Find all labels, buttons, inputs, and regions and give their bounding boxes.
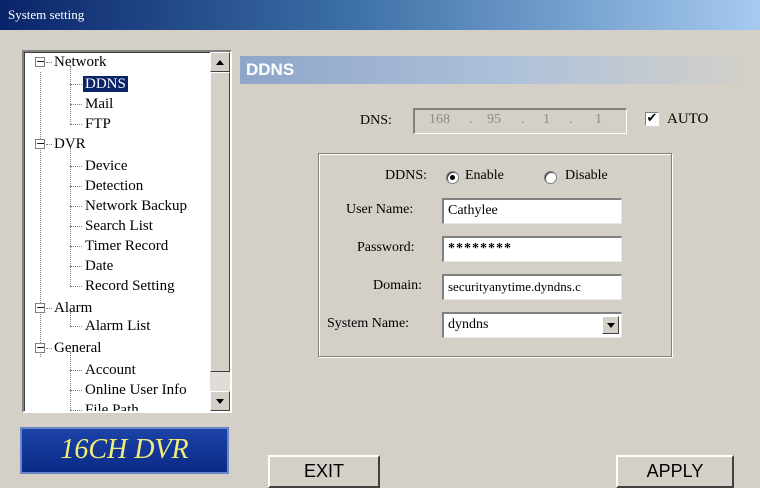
tree-network-line: [70, 66, 71, 124]
tree-scrollbar[interactable]: [210, 52, 230, 411]
tree-connector: [70, 246, 82, 247]
tree-connector: [46, 348, 52, 349]
apply-button[interactable]: APPLY: [616, 455, 734, 488]
tree-connector: [70, 286, 82, 287]
exit-button[interactable]: EXIT: [268, 455, 380, 488]
dvr-logo: 16CH DVR: [20, 427, 229, 474]
chevron-down-icon: [607, 323, 615, 328]
window-title: System setting: [0, 0, 760, 30]
tree-item-file-path[interactable]: File Path: [85, 400, 139, 411]
enable-radio[interactable]: [446, 171, 459, 184]
radio-selected-dot: [450, 175, 455, 180]
tree-item-detection[interactable]: Detection: [85, 176, 143, 196]
ip-dot: .: [521, 112, 525, 127]
tree-item-alarm[interactable]: Alarm: [54, 298, 92, 318]
system-name-value: dyndns: [448, 317, 489, 332]
dns-octet-1: 168: [429, 112, 450, 127]
dns-octet-2: 95: [487, 112, 501, 127]
tree-item-alarm-list[interactable]: Alarm List: [85, 316, 150, 336]
tree-connector: [70, 124, 82, 125]
tree-connector: [70, 410, 82, 411]
tree-item-ftp[interactable]: FTP: [85, 114, 111, 134]
tree-connector: [70, 166, 82, 167]
auto-checkbox[interactable]: ✔: [645, 112, 659, 126]
tree-item-network[interactable]: Network: [54, 52, 107, 72]
dropdown-button[interactable]: [602, 316, 619, 334]
ip-dot: .: [469, 112, 473, 127]
dns-octet-4: 1: [595, 112, 602, 127]
tree-item-network-backup[interactable]: Network Backup: [85, 196, 187, 216]
tree-item-search-list[interactable]: Search List: [85, 216, 153, 236]
tree-connector: [46, 62, 52, 63]
tree-item-device[interactable]: Device: [85, 156, 127, 176]
tree-connector: [70, 370, 82, 371]
password-label: Password:: [357, 240, 415, 255]
username-label: User Name:: [346, 202, 414, 217]
network-collapse-icon[interactable]: −: [35, 56, 45, 67]
section-title: DDNS: [240, 56, 756, 84]
scroll-up-button[interactable]: [210, 52, 230, 72]
scroll-thumb[interactable]: [210, 72, 230, 372]
alarm-collapse-icon[interactable]: −: [35, 302, 45, 313]
dns-label: DNS:: [360, 113, 392, 128]
arrow-up-icon: [216, 60, 224, 65]
check-mark-icon: ✔: [646, 111, 658, 126]
tree-item-general[interactable]: General: [54, 338, 101, 358]
auto-label: AUTO: [667, 111, 709, 127]
password-field[interactable]: ********: [442, 236, 622, 262]
general-collapse-icon[interactable]: −: [35, 342, 45, 353]
domain-label: Domain:: [373, 278, 422, 293]
tree-general-line: [70, 352, 71, 410]
tree-item-ddns-label: DDNS: [83, 76, 128, 92]
tree-connector: [70, 226, 82, 227]
tree-connector: [46, 144, 52, 145]
tree-connector: [70, 104, 82, 105]
dns-octet-3: 1: [543, 112, 550, 127]
disable-radio[interactable]: [544, 171, 557, 184]
tree-item-timer-record[interactable]: Timer Record: [85, 236, 168, 256]
tree-connector: [70, 206, 82, 207]
tree-item-mail[interactable]: Mail: [85, 94, 113, 114]
dns-ip-field[interactable]: 168 . 95 . 1 . 1: [413, 108, 627, 134]
tree-item-account[interactable]: Account: [85, 360, 136, 380]
tree-item-ddns[interactable]: DDNS: [83, 74, 128, 94]
settings-tree: − Network DDNS Mail FTP − DVR Device Det…: [24, 52, 210, 411]
settings-tree-panel: − Network DDNS Mail FTP − DVR Device Det…: [22, 50, 232, 413]
enable-label: Enable: [465, 168, 504, 183]
system-name-select[interactable]: dyndns: [442, 312, 622, 338]
tree-connector: [70, 186, 82, 187]
tree-item-date[interactable]: Date: [85, 256, 113, 276]
tree-root-line: [40, 72, 41, 357]
tree-connector: [46, 308, 52, 309]
tree-connector: [70, 326, 82, 327]
tree-connector: [70, 390, 82, 391]
system-setting-window: System setting − Network DDNS Mail FTP −…: [0, 0, 760, 488]
tree-connector: [70, 84, 82, 85]
system-name-label: System Name:: [327, 316, 410, 331]
domain-field[interactable]: securityanytime.dyndns.c: [442, 274, 622, 300]
disable-label: Disable: [565, 168, 608, 183]
ip-dot: .: [569, 112, 573, 127]
arrow-down-icon: [216, 399, 224, 404]
tree-connector: [70, 266, 82, 267]
username-field[interactable]: Cathylee: [442, 198, 622, 224]
dvr-collapse-icon[interactable]: −: [35, 138, 45, 149]
tree-item-record-setting[interactable]: Record Setting: [85, 276, 175, 296]
ddns-label: DDNS:: [385, 168, 428, 183]
tree-item-dvr[interactable]: DVR: [54, 134, 86, 154]
scroll-down-button[interactable]: [210, 391, 230, 411]
tree-item-online-user-info[interactable]: Online User Info: [85, 380, 187, 400]
